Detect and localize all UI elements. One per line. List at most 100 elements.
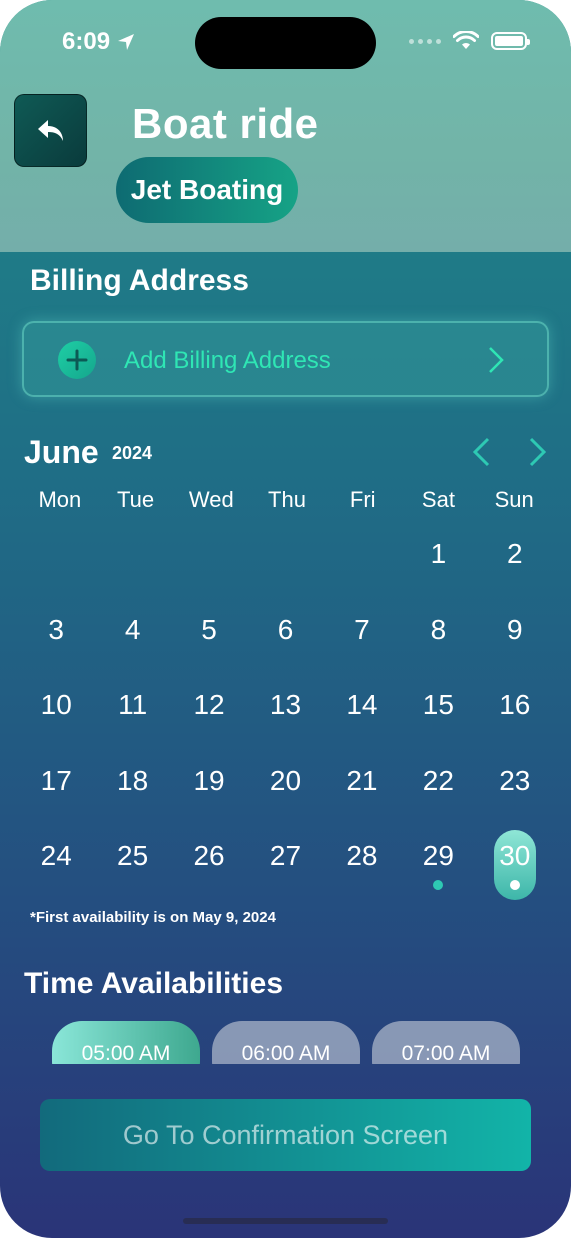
- calendar-day-number: 26: [193, 840, 225, 871]
- calendar-day-number: 10: [40, 689, 72, 720]
- weekday-header: Mon Tue Wed Thu Fri Sat Sun: [22, 487, 552, 513]
- calendar-blank: [94, 530, 170, 606]
- calendar-day-selected[interactable]: 30: [477, 830, 553, 908]
- weekday-label: Fri: [349, 487, 376, 512]
- back-arrow-icon: [37, 119, 63, 141]
- availability-note: *First availability is on May 9, 2024: [30, 909, 276, 926]
- calendar-day[interactable]: 29: [400, 832, 476, 908]
- wifi-icon: [453, 31, 479, 49]
- calendar-day[interactable]: 8: [400, 606, 476, 682]
- weekday-label: Wed: [188, 487, 234, 512]
- calendar-day[interactable]: 6: [247, 606, 323, 682]
- battery-icon: [491, 32, 530, 50]
- calendar-day-number: 24: [40, 840, 72, 871]
- calendar-day-number: 5: [201, 613, 217, 645]
- time-slot[interactable]: 06:00 AM: [212, 1021, 360, 1064]
- location-arrow-icon: [118, 34, 135, 50]
- calendar-day-number: 7: [354, 613, 370, 645]
- activity-chip: Jet Boating: [116, 157, 298, 223]
- previous-month-icon[interactable]: [470, 436, 494, 468]
- time-slot-selected[interactable]: 05:00 AM: [52, 1021, 200, 1064]
- signal-icon: [409, 38, 441, 44]
- calendar-day-number: 3: [48, 613, 64, 645]
- calendar-blank: [171, 530, 247, 606]
- calendar-day[interactable]: 12: [171, 681, 247, 757]
- weekday-label: Sun: [494, 487, 534, 512]
- calendar-day-number: 16: [499, 689, 531, 720]
- calendar-day-number: 8: [430, 613, 447, 645]
- home-indicator: [183, 1218, 388, 1224]
- billing-section-title: Billing Address: [30, 264, 249, 297]
- next-month-icon[interactable]: [525, 436, 549, 468]
- calendar-day-number: 17: [40, 764, 72, 796]
- calendar-day-number: 14: [346, 689, 378, 720]
- calendar-day-number: 11: [118, 689, 148, 720]
- chevron-right-icon: [489, 347, 504, 373]
- calendar-day[interactable]: 20: [247, 757, 323, 833]
- calendar-day[interactable]: 9: [477, 606, 553, 682]
- calendar-day[interactable]: 7: [324, 606, 400, 682]
- calendar-day-number: 18: [117, 764, 149, 796]
- plus-icon: [58, 341, 96, 379]
- calendar-month: June: [24, 434, 99, 470]
- calendar-blank: [247, 530, 323, 606]
- calendar-day[interactable]: 27: [247, 832, 323, 908]
- calendar-day[interactable]: 10: [18, 681, 94, 757]
- calendar-day-number: 28: [346, 840, 378, 871]
- calendar-blank: [18, 530, 94, 606]
- calendar-day[interactable]: 22: [400, 757, 476, 833]
- status-time-text: 6:09: [62, 28, 111, 55]
- status-time: 6:09: [62, 28, 136, 56]
- calendar-day[interactable]: 11: [94, 681, 170, 757]
- calendar-day-number: 6: [277, 613, 294, 645]
- calendar-day-number: 15: [422, 689, 454, 720]
- calendar-day-number: 27: [269, 840, 302, 871]
- time-slot-list: 05:00 AM 06:00 AM 07:00 AM: [0, 1018, 571, 1064]
- weekday-label: Sat: [421, 487, 455, 512]
- calendar-day[interactable]: 2: [477, 530, 553, 606]
- calendar-day[interactable]: 14: [324, 681, 400, 757]
- calendar-day[interactable]: 4: [94, 606, 170, 682]
- availability-dot: [433, 880, 444, 890]
- calendar-day-number: 13: [269, 689, 302, 720]
- calendar-day[interactable]: 21: [324, 757, 400, 833]
- weekday-label: Thu: [268, 487, 306, 512]
- calendar-day[interactable]: 5: [171, 606, 247, 682]
- weekday-label: Tue: [117, 487, 155, 512]
- calendar-day-number: 4: [124, 613, 141, 645]
- calendar-day-number: 30: [499, 840, 531, 871]
- add-billing-address-label: Add Billing Address: [124, 347, 331, 374]
- calendar-day-number: 29: [422, 840, 454, 871]
- calendar-day[interactable]: 28: [324, 832, 400, 908]
- calendar-day[interactable]: 3: [18, 606, 94, 682]
- calendar-day[interactable]: 1: [400, 530, 476, 606]
- calendar-day[interactable]: 17: [18, 757, 94, 833]
- calendar-day[interactable]: 16: [477, 681, 553, 757]
- calendar-day[interactable]: 24: [18, 832, 94, 908]
- availability-dot: [509, 880, 520, 890]
- page-title: Boat ride: [132, 100, 319, 147]
- calendar-year: 2024: [112, 443, 153, 463]
- back-button[interactable]: [14, 94, 87, 167]
- calendar-days-grid: 1 2 3 4 5 6 7 8 9 10 11 12 13 14 15 16 17 18 19 20 21 22 23 24 2…: [18, 530, 553, 908]
- calendar-day[interactable]: 19: [171, 757, 247, 833]
- calendar-day[interactable]: 15: [400, 681, 476, 757]
- calendar-blank: [324, 530, 400, 606]
- calendar-day-number: 12: [193, 689, 225, 720]
- calendar-day[interactable]: 13: [247, 681, 323, 757]
- calendar-day[interactable]: 23: [477, 757, 553, 833]
- calendar-day-number: 1: [430, 538, 447, 569]
- calendar-day[interactable]: 25: [94, 832, 170, 908]
- add-billing-address-button[interactable]: Add Billing Address: [22, 321, 549, 397]
- calendar-day-number: 2: [506, 538, 523, 569]
- status-icons: [409, 31, 530, 51]
- weekday-label: Mon: [38, 487, 82, 512]
- go-to-confirmation-button[interactable]: Go To Confirmation Screen: [40, 1099, 531, 1171]
- time-slot[interactable]: 07:00 AM: [372, 1021, 520, 1064]
- calendar-day[interactable]: 26: [171, 832, 247, 908]
- calendar-day-number: 21: [346, 764, 378, 796]
- calendar-day[interactable]: 18: [94, 757, 170, 833]
- time-section-title: Time Availabilities: [24, 967, 283, 1000]
- screen: 6:09 Boat ride Jet Boating Billing Addre…: [0, 0, 571, 1238]
- calendar-day-number: 23: [499, 764, 531, 796]
